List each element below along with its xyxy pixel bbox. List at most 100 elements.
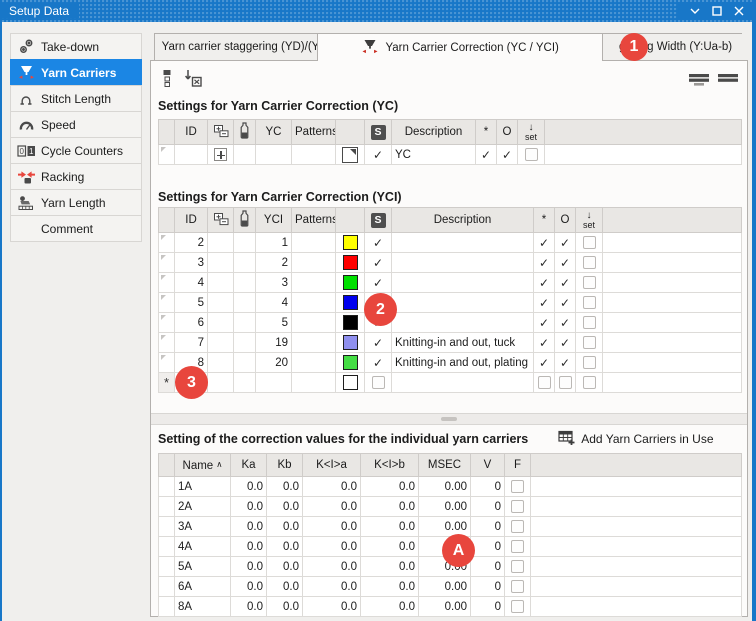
cell-value[interactable]: 0 xyxy=(471,557,505,577)
cell-set[interactable] xyxy=(518,145,545,165)
cell-f[interactable] xyxy=(505,597,531,617)
cell-description[interactable] xyxy=(392,233,534,253)
cell-expand[interactable] xyxy=(208,253,234,273)
cell-value[interactable]: 0 xyxy=(471,597,505,617)
cell-description[interactable] xyxy=(392,293,534,313)
cell-value[interactable]: 0 xyxy=(471,497,505,517)
cell-value[interactable]: 0 xyxy=(471,537,505,557)
cell-f[interactable] xyxy=(505,537,531,557)
cell-patterns[interactable] xyxy=(292,373,336,393)
cell-value[interactable]: 0.0 xyxy=(303,497,361,517)
cell-star[interactable]: ✓ xyxy=(534,353,555,373)
cell-expand[interactable] xyxy=(208,353,234,373)
cell-value[interactable]: 0.00 xyxy=(419,497,471,517)
cell-value[interactable]: 0.0 xyxy=(231,597,267,617)
cell-key[interactable]: 19 xyxy=(256,333,292,353)
add-yarn-carriers-button[interactable]: Add Yarn Carriers in Use xyxy=(558,430,713,448)
cell-description[interactable]: Knitting-in and out, plating xyxy=(392,353,534,373)
cell-star[interactable]: ✓ xyxy=(534,293,555,313)
checkbox[interactable] xyxy=(525,148,538,161)
color-swatch[interactable] xyxy=(343,255,358,270)
row-header-cell[interactable] xyxy=(159,577,175,597)
cell-value[interactable]: 0.0 xyxy=(361,477,419,497)
color-swatch[interactable] xyxy=(343,355,358,370)
cell-value[interactable]: 0.0 xyxy=(361,497,419,517)
cell-o[interactable]: ✓ xyxy=(555,233,576,253)
section-splitter[interactable] xyxy=(151,413,747,425)
cell-name[interactable]: 8A xyxy=(175,597,231,617)
mixed-color-box[interactable] xyxy=(342,147,358,163)
cell-set[interactable] xyxy=(576,233,603,253)
cell-color[interactable] xyxy=(336,253,365,273)
cell-set[interactable] xyxy=(576,273,603,293)
cell-name[interactable]: 6A xyxy=(175,577,231,597)
cell-key[interactable] xyxy=(256,145,292,165)
cell-color[interactable] xyxy=(336,353,365,373)
row-header-cell[interactable] xyxy=(159,293,175,313)
cell-marker[interactable] xyxy=(234,293,256,313)
cell-f[interactable] xyxy=(505,577,531,597)
checkbox[interactable] xyxy=(583,296,596,309)
checkbox[interactable] xyxy=(511,560,524,573)
cell-patterns[interactable] xyxy=(292,333,336,353)
cell-value[interactable]: 0.0 xyxy=(231,497,267,517)
cell-patterns[interactable] xyxy=(292,293,336,313)
tab-yarn-carrier-staggering-yd-ydi[interactable]: Yarn carrier staggering (YD)/(YDI) xyxy=(154,33,318,61)
cell-value[interactable]: 0.0 xyxy=(361,597,419,617)
checkbox[interactable] xyxy=(372,376,385,389)
cell-id[interactable]: 6 xyxy=(175,313,208,333)
row-header-cell[interactable] xyxy=(159,233,175,253)
cell-expand[interactable] xyxy=(208,333,234,353)
checkbox[interactable] xyxy=(583,256,596,269)
cell-o[interactable]: ✓ xyxy=(555,273,576,293)
cell-value[interactable]: 0.0 xyxy=(267,497,303,517)
cell-value[interactable]: 0.0 xyxy=(231,557,267,577)
cell-description[interactable] xyxy=(392,373,534,393)
cell-o[interactable]: ✓ xyxy=(555,253,576,273)
color-swatch[interactable] xyxy=(343,295,358,310)
cell-key[interactable]: 3 xyxy=(256,273,292,293)
row-header-cell[interactable]: * xyxy=(159,373,175,393)
cell-key[interactable]: 4 xyxy=(256,293,292,313)
checkbox[interactable] xyxy=(511,520,524,533)
sidebar-item-cycle-counters[interactable]: 01Cycle Counters xyxy=(10,137,142,164)
row-header-cell[interactable] xyxy=(159,353,175,373)
color-swatch[interactable] xyxy=(343,235,358,250)
cell-patterns[interactable] xyxy=(292,353,336,373)
cell-expand[interactable] xyxy=(208,293,234,313)
cell-color[interactable] xyxy=(336,233,365,253)
row-header-cell[interactable] xyxy=(159,597,175,617)
cell-patterns[interactable] xyxy=(292,313,336,333)
cell-value[interactable]: 0.0 xyxy=(303,517,361,537)
row-layout-flat-icon[interactable] xyxy=(718,73,739,86)
cell-star[interactable] xyxy=(534,373,555,393)
cell-value[interactable]: 0.0 xyxy=(303,597,361,617)
cell-value[interactable]: 0.0 xyxy=(267,537,303,557)
cell-patterns[interactable] xyxy=(292,253,336,273)
cell-value[interactable]: 0.0 xyxy=(303,477,361,497)
cell-color[interactable] xyxy=(336,273,365,293)
cell-name[interactable]: 5A xyxy=(175,557,231,577)
cell-id[interactable]: 4 xyxy=(175,273,208,293)
row-header-cell[interactable] xyxy=(159,497,175,517)
cell-value[interactable]: 0 xyxy=(471,477,505,497)
cell-id[interactable]: 3 xyxy=(175,253,208,273)
color-swatch[interactable] xyxy=(343,375,358,390)
sidebar-item-speed[interactable]: Speed xyxy=(10,111,142,138)
cell-set[interactable] xyxy=(576,293,603,313)
cell-color[interactable] xyxy=(336,293,365,313)
checkbox[interactable] xyxy=(559,376,572,389)
close-icon[interactable] xyxy=(730,2,748,20)
cell-expand[interactable] xyxy=(208,313,234,333)
cell-value[interactable]: 0.0 xyxy=(303,557,361,577)
row-header-cell[interactable] xyxy=(159,273,175,293)
color-swatch[interactable] xyxy=(343,275,358,290)
cell-star[interactable]: ✓ xyxy=(534,273,555,293)
cell-value[interactable]: 0.0 xyxy=(231,477,267,497)
cell-description[interactable] xyxy=(392,313,534,333)
checkbox[interactable] xyxy=(583,376,596,389)
checkbox[interactable] xyxy=(583,356,596,369)
cell-star[interactable]: ✓ xyxy=(534,313,555,333)
cell-value[interactable]: 0.0 xyxy=(361,517,419,537)
cell-name[interactable]: 3A xyxy=(175,517,231,537)
